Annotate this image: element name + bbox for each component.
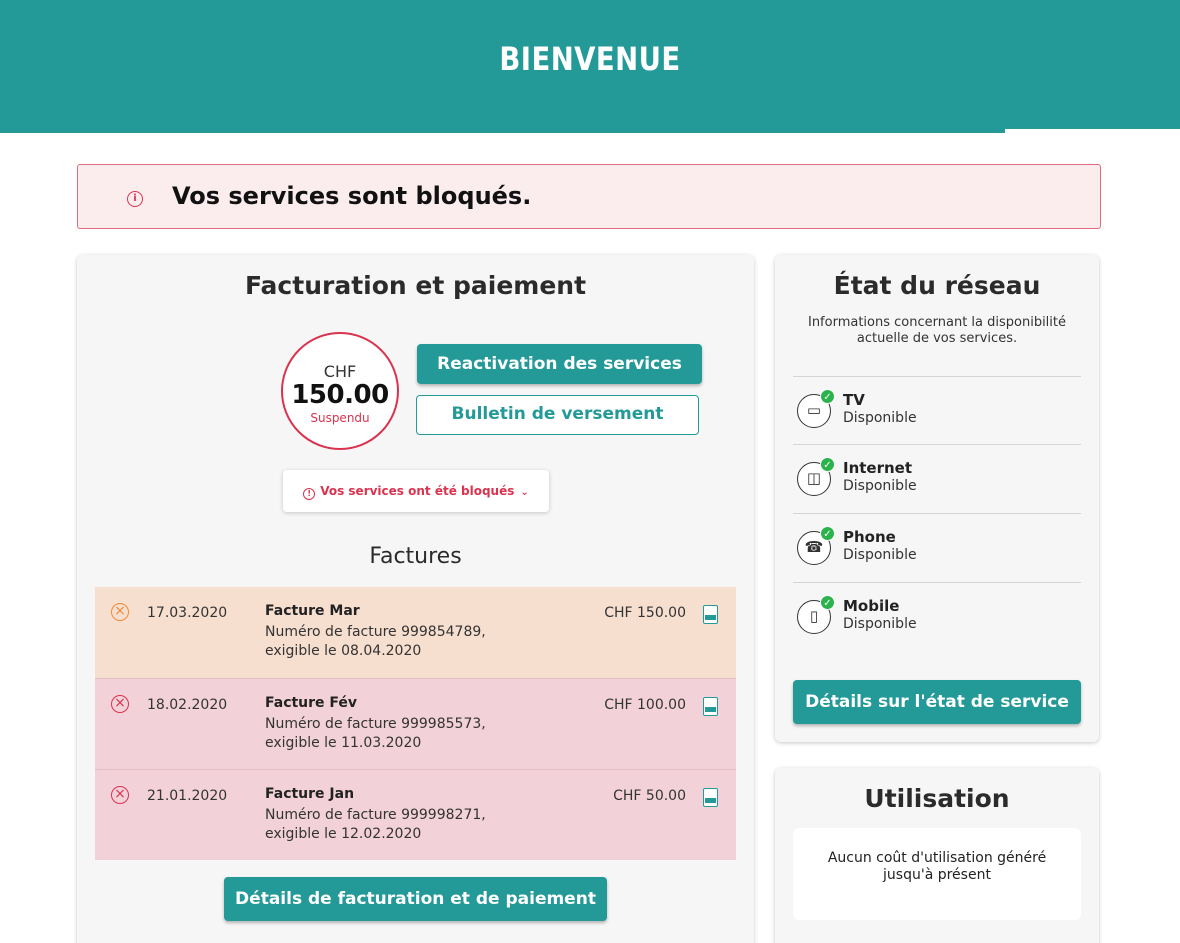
invoice-due-date: exigible le 11.03.2020: [265, 735, 422, 751]
pdf-download-icon[interactable]: [703, 697, 718, 716]
invoice-amount: CHF 50.00: [613, 788, 686, 804]
service-name: Phone: [843, 528, 896, 546]
balance-status: Suspendu: [310, 411, 370, 425]
blocked-notice-dropdown[interactable]: ! Vos services ont été bloqués ⌄: [283, 470, 549, 512]
service-status: Disponible: [843, 547, 917, 563]
invoice-title: Facture Fév: [265, 695, 358, 711]
service-item-tv: ▭ ✓ TV Disponible: [793, 376, 1081, 445]
invoice-date: 18.02.2020: [147, 697, 228, 713]
alert-message: Vos services sont bloqués.: [172, 182, 532, 210]
chevron-down-icon: ⌄: [520, 487, 529, 498]
service-name: TV: [843, 391, 865, 409]
service-name: Mobile: [843, 597, 900, 615]
network-title: État du réseau: [833, 271, 1041, 300]
service-status: Disponible: [843, 616, 917, 632]
balance-amount: 150.00: [291, 380, 389, 410]
info-icon: i: [127, 191, 143, 207]
service-item-mobile: ▯ ✓ Mobile Disponible: [793, 582, 1081, 651]
invoice-title: Facture Jan: [265, 786, 355, 802]
invoice-number: Numéro de facture 999854789,: [265, 624, 486, 640]
overdue-icon: ×: [111, 603, 129, 621]
service-status: Disponible: [843, 478, 917, 494]
invoice-number: Numéro de facture 999985573,: [265, 716, 486, 732]
blocked-alert: i Vos services sont bloqués.: [77, 164, 1101, 229]
service-item-phone: ☎ ✓ Phone Disponible: [793, 513, 1081, 582]
network-subtitle: Informations concernant la disponibilité…: [807, 315, 1067, 346]
pdf-download-icon[interactable]: [703, 605, 718, 624]
page-title: BIENVENUE: [499, 40, 681, 78]
invoice-due-date: exigible le 12.02.2020: [265, 826, 422, 842]
invoice-amount: CHF 150.00: [604, 605, 686, 621]
balance-currency: CHF: [323, 362, 357, 381]
usage-message-box: Aucun coût d'utilisation généré jusqu'à …: [793, 828, 1081, 920]
usage-title: Utilisation: [864, 784, 1010, 813]
check-icon: ✓: [820, 595, 835, 610]
overdue-icon: ×: [111, 695, 129, 713]
invoice-row[interactable]: × 18.02.2020 Facture Fév Numéro de factu…: [95, 678, 736, 769]
billing-title: Facturation et paiement: [244, 271, 587, 300]
invoice-due-date: exigible le 08.04.2020: [265, 643, 422, 659]
invoices-title: Factures: [369, 544, 462, 569]
check-icon: ✓: [820, 457, 835, 472]
invoice-description: Numéro de facture 999854789, exigible le…: [265, 623, 525, 661]
pdf-download-icon[interactable]: [703, 788, 718, 807]
reactivate-services-button[interactable]: Reactivation des services: [417, 344, 702, 384]
invoice-date: 21.01.2020: [147, 788, 228, 804]
network-status-card: État du réseau Informations concernant l…: [775, 255, 1099, 742]
page-header: BIENVENUE: [0, 0, 1180, 133]
check-icon: ✓: [820, 526, 835, 541]
service-name: Internet: [843, 459, 913, 477]
service-status: Disponible: [843, 410, 917, 426]
payment-slip-button[interactable]: Bulletin de versement: [416, 395, 699, 435]
invoice-description: Numéro de facture 999998271, exigible le…: [265, 806, 525, 844]
billing-card: Facturation et paiement CHF 150.00 Suspe…: [77, 255, 754, 943]
check-icon: ✓: [820, 389, 835, 404]
service-status-details-button[interactable]: Détails sur l'état de service: [793, 680, 1081, 724]
invoice-date: 17.03.2020: [147, 605, 228, 621]
invoice-description: Numéro de facture 999985573, exigible le…: [265, 715, 525, 753]
service-item-internet: ◫ ✓ Internet Disponible: [793, 444, 1081, 513]
invoice-row[interactable]: × 17.03.2020 Facture Mar Numéro de factu…: [95, 587, 736, 678]
blocked-notice-label: Vos services ont été bloqués: [320, 484, 515, 498]
usage-message: Aucun coût d'utilisation généré jusqu'à …: [827, 850, 1047, 883]
invoice-row[interactable]: × 21.01.2020 Facture Jan Numéro de factu…: [95, 769, 736, 860]
usage-card: Utilisation Aucun coût d'utilisation gén…: [775, 768, 1099, 943]
info-icon: !: [303, 488, 316, 500]
invoice-amount: CHF 100.00: [604, 697, 686, 713]
invoice-title: Facture Mar: [265, 603, 360, 619]
overdue-icon: ×: [111, 786, 129, 804]
invoice-number: Numéro de facture 999998271,: [265, 807, 486, 823]
balance-circle: CHF 150.00 Suspendu: [281, 332, 399, 450]
header-divider: [1005, 129, 1180, 133]
billing-details-button[interactable]: Détails de facturation et de paiement: [224, 877, 607, 921]
